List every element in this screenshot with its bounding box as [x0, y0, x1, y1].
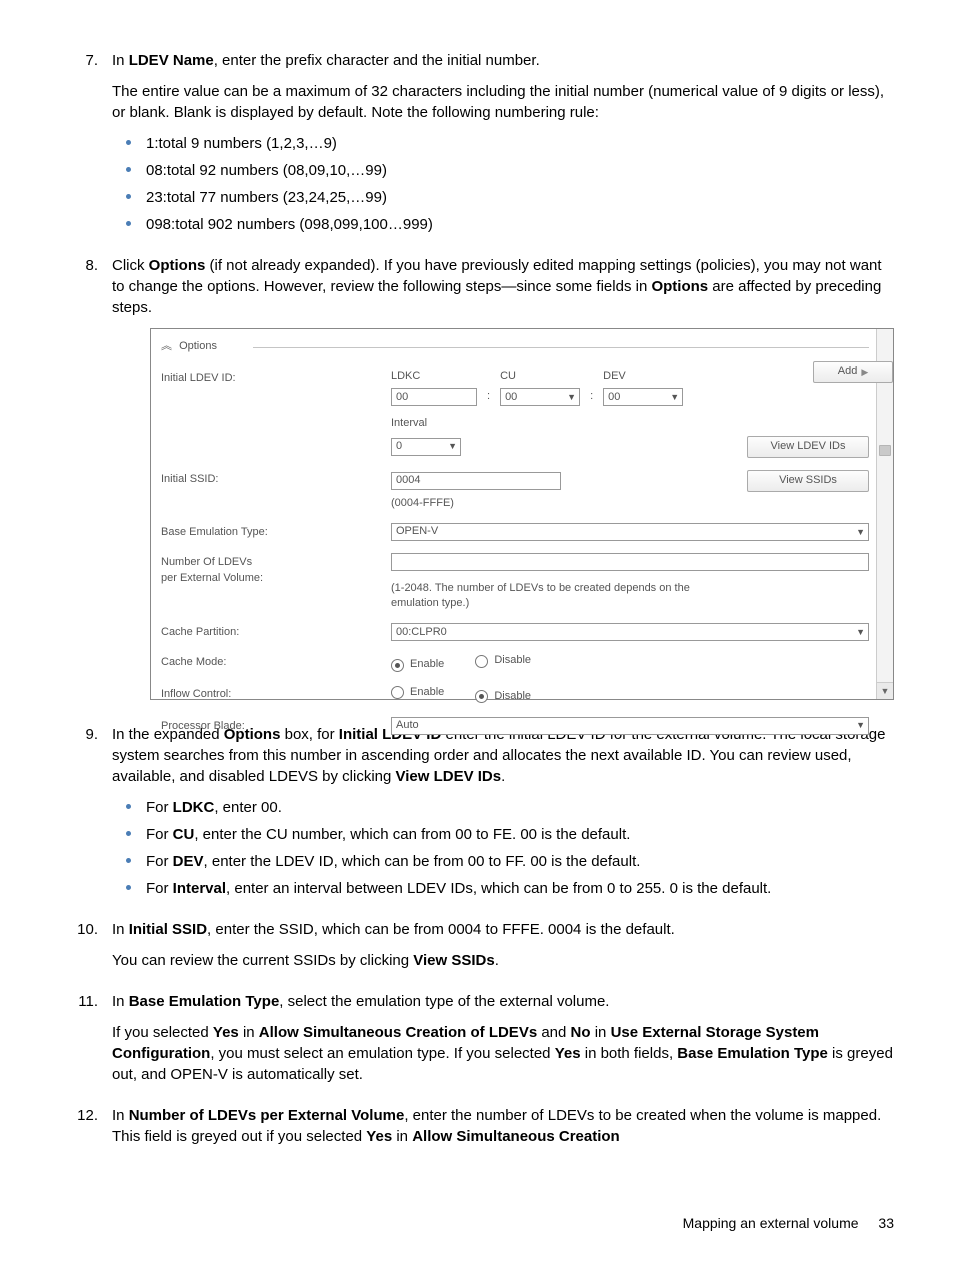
radio-label: Enable [410, 685, 444, 700]
processor-blade-value: Auto [396, 718, 419, 733]
scrollbar-down-icon[interactable]: ▼ [877, 682, 893, 699]
text: If you selected [112, 1024, 213, 1041]
inflow-enable-radio[interactable]: Enable [391, 685, 444, 700]
cache-partition-value: 00:CLPR0 [396, 625, 447, 640]
cu-select[interactable]: 00 ▼ [500, 388, 580, 406]
label-cache-mode: Cache Mode: [161, 653, 391, 670]
bullet: 1:total 9 numbers (1,2,3,…9) [112, 133, 894, 154]
bullet: 098:total 902 numbers (098,099,100…999) [112, 214, 894, 235]
scrollbar-thumb[interactable] [879, 445, 891, 456]
text: : [485, 389, 492, 406]
step-number: 9. [60, 724, 112, 909]
emulation-select[interactable]: OPEN-V ▼ [391, 523, 869, 541]
label-initial-ldev: Initial LDEV ID: [161, 369, 391, 386]
step-number: 12. [60, 1105, 112, 1157]
cache-mode-disable-radio[interactable]: Disable [475, 653, 531, 668]
text: , enter the SSID, which can be from 0004… [207, 921, 675, 938]
footer-title: Mapping an external volume [683, 1215, 859, 1231]
label-cache-partition: Cache Partition: [161, 623, 391, 640]
step-body: In Initial SSID, enter the SSID, which c… [112, 919, 894, 981]
cu-value: 00 [505, 390, 517, 405]
label-inflow: Inflow Control: [161, 685, 391, 702]
text: , select the emulation type of the exter… [279, 993, 609, 1010]
text: The entire value can be a maximum of 32 … [112, 81, 894, 123]
step-number: 8. [60, 255, 112, 714]
options-legend[interactable]: ︽ Options [161, 339, 869, 355]
chevron-down-icon: ▼ [567, 391, 576, 404]
step-body: Click Options (if not already expanded).… [112, 255, 894, 714]
bullet: For LDKC, enter 00. [112, 797, 894, 818]
step-number: 10. [60, 919, 112, 981]
step-body: In Base Emulation Type, select the emula… [112, 991, 894, 1095]
text-bold: Initial SSID [129, 921, 207, 938]
text: Click [112, 257, 149, 274]
text-bold: View SSIDs [413, 952, 494, 969]
inflow-disable-radio[interactable]: Disable [475, 689, 531, 704]
text-bold: Options [651, 278, 708, 295]
text: : [588, 389, 595, 406]
col-ldkc: LDKC [391, 369, 477, 384]
emulation-value: OPEN-V [396, 524, 438, 539]
text: . [495, 952, 499, 969]
num-ldevs-hint: (1-2048. The number of LDEVs to be creat… [391, 581, 711, 612]
label-base-emulation: Base Emulation Type: [161, 523, 391, 540]
ssid-input[interactable]: 0004 [391, 472, 561, 490]
cache-partition-select[interactable]: 00:CLPR0 ▼ [391, 623, 869, 641]
interval-value: 0 [396, 439, 402, 454]
legend-label: Options [179, 339, 217, 354]
scrollbar[interactable]: ▼ [876, 329, 893, 699]
view-ldev-ids-button[interactable]: View LDEV IDs [747, 436, 869, 458]
ssid-range: (0004-FFFE) [391, 496, 869, 511]
processor-blade-select[interactable]: Auto ▼ [391, 717, 869, 735]
chevron-down-icon: ▼ [448, 440, 457, 453]
col-cu: CU [500, 369, 580, 384]
step-body: In Number of LDEVs per External Volume, … [112, 1105, 894, 1157]
bullet: 08:total 92 numbers (08,09,10,…99) [112, 160, 894, 181]
text-bold: Options [149, 257, 206, 274]
text: . [501, 768, 505, 785]
chevron-down-icon: ▼ [856, 719, 865, 732]
chevron-down-icon: ▼ [670, 391, 679, 404]
text-bold: View LDEV IDs [396, 768, 502, 785]
col-interval: Interval [391, 416, 869, 431]
page-number: 33 [878, 1215, 894, 1231]
bullet: For DEV, enter the LDEV ID, which can be… [112, 851, 894, 872]
text-bold: Base Emulation Type [129, 993, 280, 1010]
cache-mode-enable-radio[interactable]: Enable [391, 657, 444, 672]
dev-value: 00 [608, 390, 620, 405]
bullet: For CU, enter the CU number, which can f… [112, 824, 894, 845]
label-initial-ssid: Initial SSID: [161, 470, 391, 487]
radio-label: Enable [410, 657, 444, 672]
bullet: 23:total 77 numbers (23,24,25,…99) [112, 187, 894, 208]
ldkc-input[interactable]: 00 [391, 388, 477, 406]
label-num-ldevs: Number Of LDEVsper External Volume: [161, 553, 391, 586]
step-number: 11. [60, 991, 112, 1095]
text: In [112, 993, 129, 1010]
chevron-down-icon: ▼ [856, 526, 865, 539]
interval-select[interactable]: 0▼ [391, 438, 461, 456]
text: In [112, 921, 129, 938]
step-body: In the expanded Options box, for Initial… [112, 724, 894, 909]
radio-label: Disable [494, 689, 531, 704]
chevron-down-icon: ▼ [856, 626, 865, 639]
collapse-icon: ︽ [161, 339, 170, 354]
text: In [112, 1107, 129, 1124]
text-bold: LDEV Name [129, 52, 214, 69]
step-body: In LDEV Name, enter the prefix character… [112, 50, 894, 245]
options-panel-screenshot: ▼ Add▶ ︽ Options Initial LDEV ID: LDKC00… [150, 328, 894, 700]
text: , enter the prefix character and the ini… [214, 52, 540, 69]
text: In [112, 52, 129, 69]
bullet: For Interval, enter an interval between … [112, 878, 894, 899]
radio-label: Disable [494, 653, 531, 668]
step-number: 7. [60, 50, 112, 245]
dev-select[interactable]: 00 ▼ [603, 388, 683, 406]
num-ldevs-input[interactable] [391, 553, 869, 571]
page-footer: Mapping an external volume 33 [683, 1215, 894, 1231]
col-dev: DEV [603, 369, 683, 384]
text: You can review the current SSIDs by clic… [112, 952, 413, 969]
label-processor-blade: Processor Blade: [161, 717, 391, 734]
view-ssids-button[interactable]: View SSIDs [747, 470, 869, 492]
